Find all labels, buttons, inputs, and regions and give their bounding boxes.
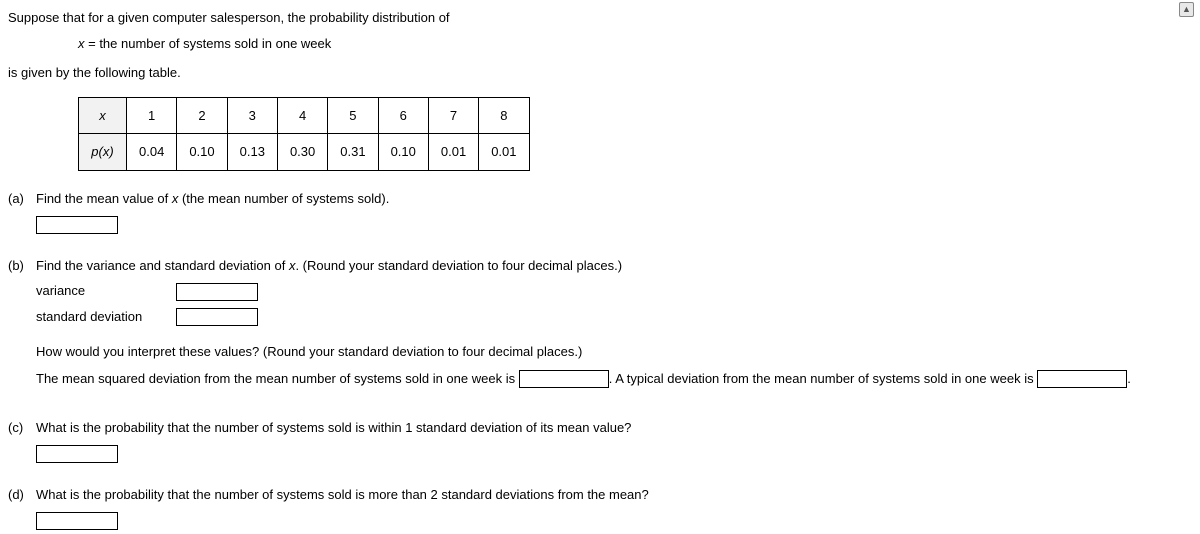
part-a-label: (a) bbox=[8, 189, 36, 209]
part-c-label: (c) bbox=[8, 418, 36, 438]
prob-within-1sd-input[interactable] bbox=[36, 445, 118, 463]
cell: 0.01 bbox=[479, 134, 529, 171]
part-a-question: Find the mean value of x (the mean numbe… bbox=[36, 189, 1200, 209]
text: (the mean number of systems sold). bbox=[178, 191, 389, 206]
scroll-up-button[interactable]: ▲ bbox=[1179, 2, 1194, 17]
text: . A typical deviation from the mean numb… bbox=[609, 371, 1038, 386]
prob-beyond-2sd-input[interactable] bbox=[36, 512, 118, 530]
mean-sq-dev-input[interactable] bbox=[519, 370, 609, 388]
text: The mean squared deviation from the mean… bbox=[36, 371, 519, 386]
intro-text-1: Suppose that for a given computer salesp… bbox=[8, 8, 1200, 28]
typical-dev-input[interactable] bbox=[1037, 370, 1127, 388]
table-row: x 1 2 3 4 5 6 7 8 bbox=[79, 97, 530, 134]
cell: 8 bbox=[479, 97, 529, 134]
row2-header: p(x) bbox=[79, 134, 127, 171]
text: . (Round your standard deviation to four… bbox=[295, 258, 622, 273]
part-b: (b) Find the variance and standard devia… bbox=[8, 256, 1200, 396]
text: Find the mean value of bbox=[36, 191, 172, 206]
mean-input[interactable] bbox=[36, 216, 118, 234]
cell: 0.30 bbox=[277, 134, 327, 171]
cell: 7 bbox=[428, 97, 478, 134]
cell: 0.01 bbox=[428, 134, 478, 171]
x-def-text: = the number of systems sold in one week bbox=[85, 36, 332, 51]
cell: 0.13 bbox=[227, 134, 277, 171]
text: . bbox=[1127, 371, 1131, 386]
part-d: (d) What is the probability that the num… bbox=[8, 485, 1200, 530]
sd-label: standard deviation bbox=[36, 307, 176, 327]
cell: 0.10 bbox=[177, 134, 227, 171]
variance-input[interactable] bbox=[176, 283, 258, 301]
part-b-question: Find the variance and standard deviation… bbox=[36, 256, 1200, 276]
cell: 0.04 bbox=[127, 134, 177, 171]
interpret-question: How would you interpret these values? (R… bbox=[36, 342, 1200, 362]
cell: 5 bbox=[328, 97, 378, 134]
part-a: (a) Find the mean value of x (the mean n… bbox=[8, 189, 1200, 234]
intro-text-2: is given by the following table. bbox=[8, 63, 1200, 83]
variance-label: variance bbox=[36, 281, 176, 301]
text: Find the variance and standard deviation… bbox=[36, 258, 289, 273]
part-c: (c) What is the probability that the num… bbox=[8, 418, 1200, 463]
distribution-table: x 1 2 3 4 5 6 7 8 p(x) 0.04 0.10 0.13 0.… bbox=[78, 97, 530, 171]
part-d-question: What is the probability that the number … bbox=[36, 485, 1200, 505]
x-definition: x = the number of systems sold in one we… bbox=[8, 34, 1200, 54]
interpret-sentence: The mean squared deviation from the mean… bbox=[36, 368, 1200, 390]
part-c-question: What is the probability that the number … bbox=[36, 418, 1200, 438]
table-row: p(x) 0.04 0.10 0.13 0.30 0.31 0.10 0.01 … bbox=[79, 134, 530, 171]
cell: 6 bbox=[378, 97, 428, 134]
cell: 3 bbox=[227, 97, 277, 134]
row1-header: x bbox=[79, 97, 127, 134]
sd-input[interactable] bbox=[176, 308, 258, 326]
cell: 4 bbox=[277, 97, 327, 134]
cell: 2 bbox=[177, 97, 227, 134]
part-b-label: (b) bbox=[8, 256, 36, 276]
cell: 0.31 bbox=[328, 134, 378, 171]
part-d-label: (d) bbox=[8, 485, 36, 505]
cell: 0.10 bbox=[378, 134, 428, 171]
cell: 1 bbox=[127, 97, 177, 134]
